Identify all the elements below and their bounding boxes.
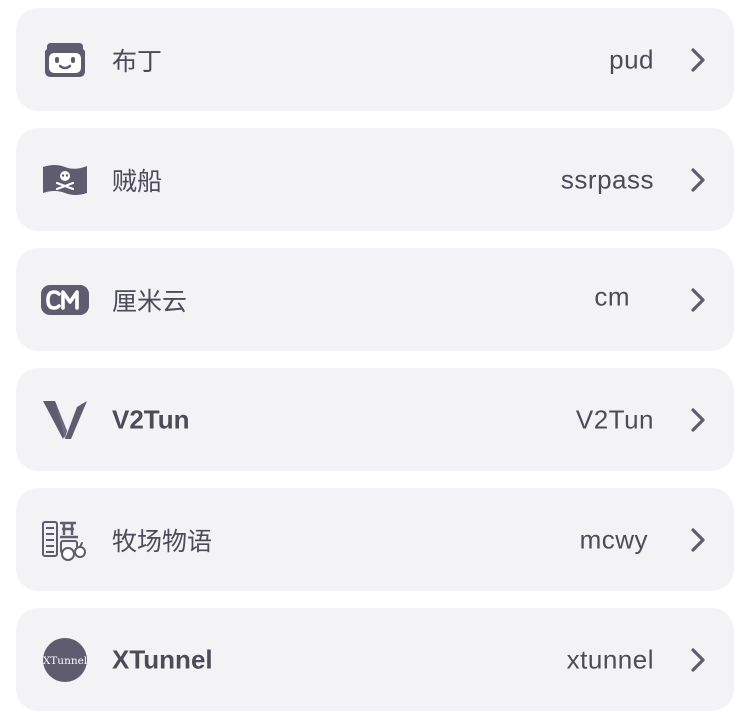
provider-name: 牧场物语	[112, 526, 213, 556]
provider-name: 贼船	[112, 166, 163, 196]
provider-code: ssrpass	[560, 164, 654, 194]
v2tun-logo-icon	[40, 398, 90, 442]
pirate-flag-icon	[40, 158, 90, 202]
xtunnel-logo-text: XTunnel	[43, 655, 88, 667]
provider-name: 厘米云	[112, 286, 188, 316]
chevron-right-icon	[688, 526, 708, 554]
provider-item-cm[interactable]: 厘米云 cm	[16, 248, 734, 351]
pudding-chat-icon	[40, 38, 90, 82]
provider-item-ssrpass[interactable]: 贼船 ssrpass	[16, 128, 734, 231]
chevron-right-icon	[688, 286, 708, 314]
provider-name: V2Tun	[112, 404, 190, 434]
provider-item-mcwy[interactable]: 牧场物语 mcwy	[16, 488, 734, 591]
provider-name: 布丁	[112, 46, 163, 76]
provider-list: 布丁 pud 贼船 ssrpass 厘米云 cm V2Tun V2Tun 牧场物…	[0, 0, 750, 718]
provider-item-v2tun[interactable]: V2Tun V2Tun	[16, 368, 734, 471]
provider-code: cm	[594, 280, 630, 311]
provider-code: xtunnel	[566, 644, 654, 674]
chevron-right-icon	[688, 406, 708, 434]
provider-item-xtunnel[interactable]: XTunnel XTunnel xtunnel	[16, 608, 734, 711]
chevron-right-icon	[688, 166, 708, 194]
chevron-right-icon	[688, 646, 708, 674]
chevron-right-icon	[688, 46, 708, 74]
cm-logo-icon	[40, 278, 90, 322]
xtunnel-logo-icon: XTunnel	[40, 637, 90, 682]
provider-name: XTunnel	[112, 644, 213, 674]
provider-code: pud	[609, 44, 654, 74]
ranch-logo-icon	[40, 518, 90, 562]
provider-item-pud[interactable]: 布丁 pud	[16, 8, 734, 111]
provider-code: V2Tun	[575, 404, 654, 434]
provider-code: mcwy	[579, 524, 648, 554]
